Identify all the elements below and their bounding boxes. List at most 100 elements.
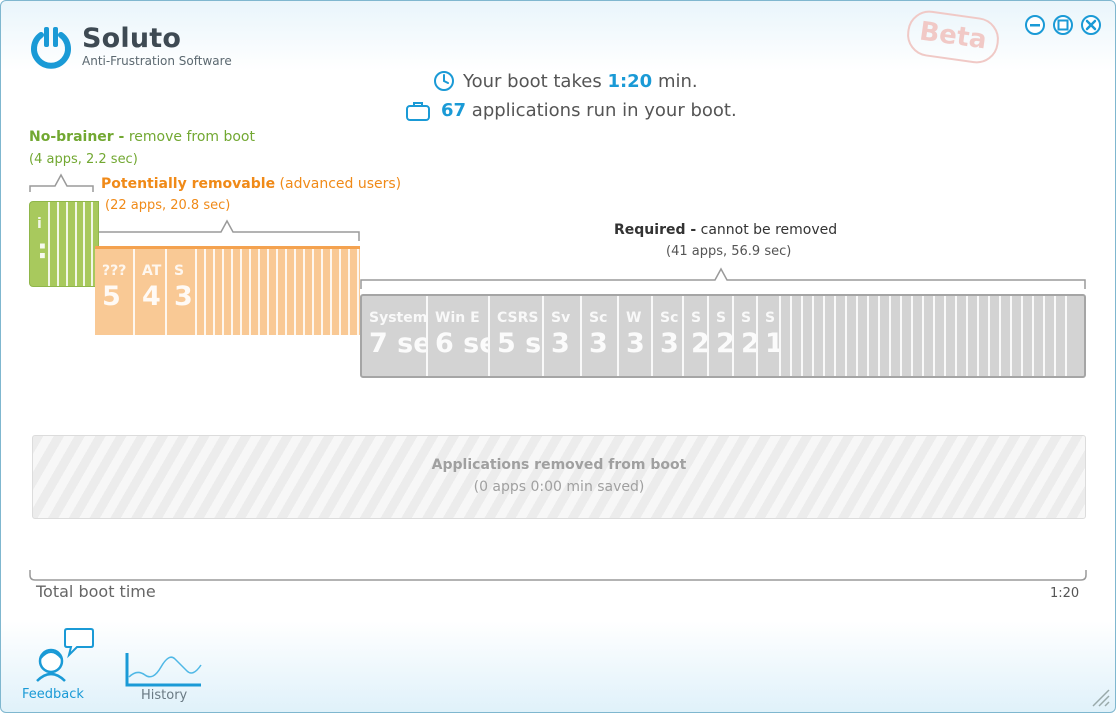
app-segment-small[interactable]: [781, 296, 792, 376]
app-segment[interactable]: [50, 202, 59, 286]
no-brainer-bracket: [29, 173, 94, 192]
app-segment-small[interactable]: [206, 249, 215, 335]
app-segment[interactable]: S2: [709, 296, 734, 376]
app-segment[interactable]: ??? 5: [95, 249, 135, 335]
app-segment[interactable]: S3: [167, 249, 197, 335]
close-icon[interactable]: [1080, 14, 1102, 36]
app-segment-small[interactable]: [1045, 296, 1056, 376]
app-segment-name: [68, 202, 75, 216]
app-segment-small[interactable]: [990, 296, 1001, 376]
app-segment-small[interactable]: [1056, 296, 1067, 376]
feedback-button[interactable]: Feedback: [19, 625, 97, 705]
removed-title: Applications removed from boot: [431, 457, 687, 473]
app-segment-time: 2: [691, 328, 709, 359]
potentially-bracket: [95, 219, 360, 241]
resize-grip-icon[interactable]: [1087, 684, 1111, 708]
app-segment-small[interactable]: [305, 249, 314, 335]
app-segment[interactable]: Sc 3: [582, 296, 619, 376]
app-segment-time: [59, 216, 66, 218]
boot-time-suffix: min.: [657, 71, 698, 92]
app-segment-small[interactable]: [792, 296, 803, 376]
no-brainer-title-rest: remove from boot: [128, 129, 255, 145]
app-segment-name: AT: [142, 263, 162, 279]
app-segment-name: Sc: [589, 310, 608, 326]
app-segment-small[interactable]: [278, 249, 287, 335]
app-segment-small[interactable]: [215, 249, 224, 335]
app-segment[interactable]: S2: [734, 296, 758, 376]
app-segment-small[interactable]: [1034, 296, 1045, 376]
app-segment-small[interactable]: [197, 249, 206, 335]
briefcase-icon: [406, 102, 430, 121]
no-brainer-title: No-brainer -: [29, 129, 125, 145]
total-boot-time-label: Total boot time: [36, 582, 156, 601]
app-segment-time: 5: [102, 281, 121, 312]
app-segment-small[interactable]: [968, 296, 979, 376]
app-segment-small[interactable]: [957, 296, 968, 376]
app-segment-small[interactable]: [858, 296, 869, 376]
app-segment-small[interactable]: [1012, 296, 1023, 376]
timeline-bracket: [29, 570, 1087, 581]
app-segment-small[interactable]: [979, 296, 990, 376]
app-segment-small[interactable]: [836, 296, 847, 376]
app-segment-small[interactable]: [224, 249, 233, 335]
app-segment-small[interactable]: [77, 202, 85, 286]
apps-suffix: applications run in your boot.: [471, 100, 737, 121]
required-heading: Required - cannot be removed: [614, 222, 837, 238]
app-segment-small[interactable]: [902, 296, 913, 376]
app-segment[interactable]: System 7 sec: [362, 296, 428, 376]
app-segment-small[interactable]: [1001, 296, 1012, 376]
app-segment-small[interactable]: [233, 249, 242, 335]
potentially-heading: Potentially removable (advanced users): [101, 176, 401, 192]
minimize-icon[interactable]: [1024, 14, 1046, 36]
app-segment-name: Sc: [660, 310, 679, 326]
app-segment-small[interactable]: [847, 296, 858, 376]
app-segment-small[interactable]: [350, 249, 359, 335]
app-segment[interactable]: S1: [758, 296, 781, 376]
app-segment[interactable]: S2: [684, 296, 709, 376]
app-segment-small[interactable]: [935, 296, 946, 376]
app-segment[interactable]: Win E 6 sec: [428, 296, 490, 376]
required-bracket: [360, 267, 1086, 289]
app-segment-time: 1: [758, 326, 779, 359]
app-segment[interactable]: W3: [619, 296, 653, 376]
app-segment-small[interactable]: [251, 249, 260, 335]
app-segment-small[interactable]: [913, 296, 924, 376]
app-segment-name: [50, 202, 57, 216]
app-segment[interactable]: i:: [30, 202, 50, 286]
app-segment-small[interactable]: [924, 296, 935, 376]
app-segment[interactable]: [59, 202, 68, 286]
required-sub: (41 apps, 56.9 sec): [666, 244, 792, 259]
app-segment[interactable]: [68, 202, 77, 286]
app-segment[interactable]: Sc 3: [653, 296, 684, 376]
app-segment-small[interactable]: [1023, 296, 1034, 376]
app-segment-small[interactable]: [946, 296, 957, 376]
app-segment-small[interactable]: [242, 249, 251, 335]
app-segment[interactable]: Sv 3: [544, 296, 582, 376]
app-segment-small[interactable]: [891, 296, 902, 376]
app-segment-small[interactable]: [287, 249, 296, 335]
app-segment-small[interactable]: [814, 296, 825, 376]
app-segment-small[interactable]: [332, 249, 341, 335]
app-segment[interactable]: CSRS 5 s: [490, 296, 544, 376]
app-segment-small[interactable]: [869, 296, 880, 376]
removed-sub: (0 apps 0:00 min saved): [473, 479, 645, 495]
app-segment-small[interactable]: [803, 296, 814, 376]
history-button[interactable]: History: [123, 649, 203, 707]
removed-apps-dropzone[interactable]: Applications removed from boot (0 apps 0…: [32, 435, 1086, 519]
app-segment[interactable]: AT 4: [135, 249, 167, 335]
app-segment-small[interactable]: [323, 249, 332, 335]
app-segment-small[interactable]: [85, 202, 93, 286]
boot-time-summary: Your boot takes 1:20 min.: [463, 71, 698, 92]
app-segment-time: 7 sec: [369, 328, 426, 359]
app-segment-small[interactable]: [296, 249, 305, 335]
app-segment-small[interactable]: [314, 249, 323, 335]
app-segment-small[interactable]: [260, 249, 269, 335]
app-segment-small[interactable]: [269, 249, 278, 335]
app-segment-name: System: [369, 310, 428, 326]
app-segment-small[interactable]: [880, 296, 891, 376]
app-segment-time: 3: [551, 328, 570, 359]
app-segment-time: 3: [626, 328, 645, 359]
maximize-icon[interactable]: [1052, 14, 1074, 36]
app-segment-small[interactable]: [825, 296, 836, 376]
app-segment-small[interactable]: [341, 249, 350, 335]
